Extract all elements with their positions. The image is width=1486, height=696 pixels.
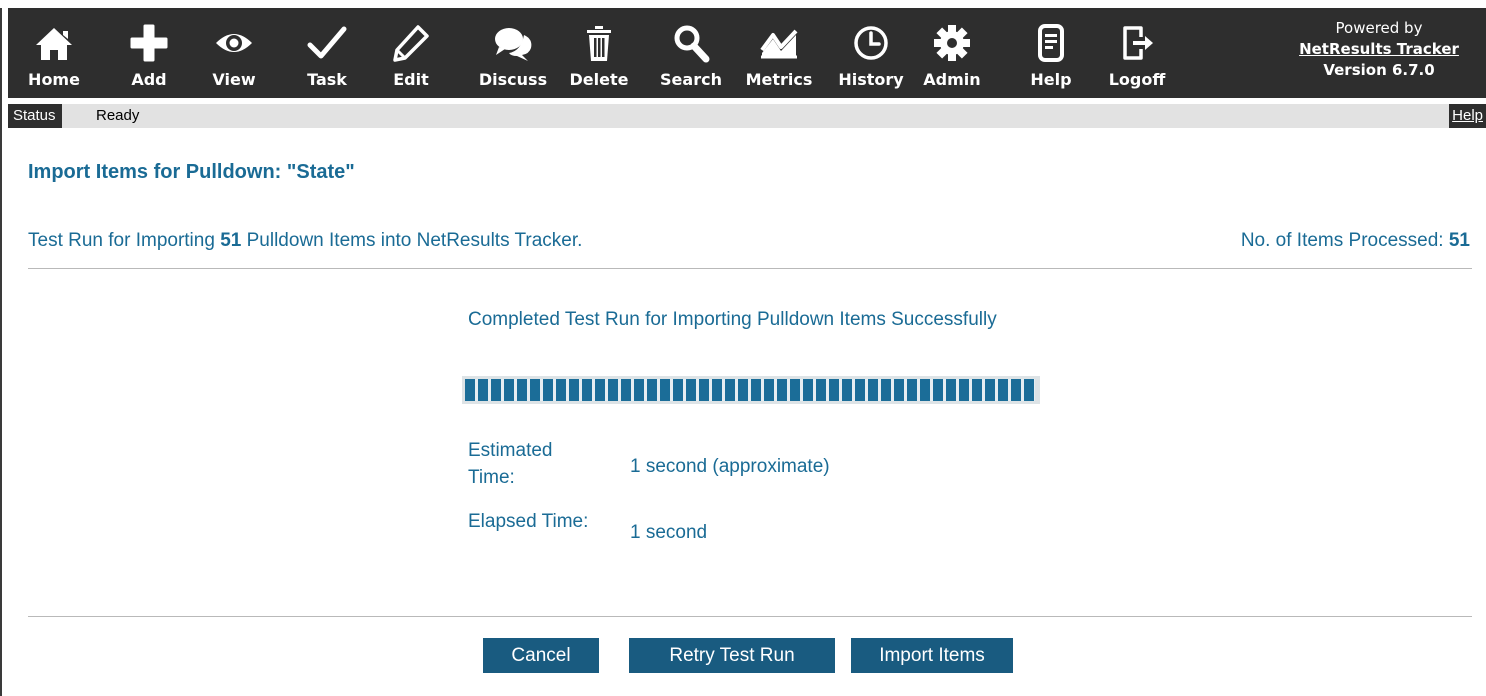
toolbar-label: Help	[1030, 70, 1072, 89]
toolbar-label: Search	[660, 70, 722, 89]
toolbar-label: Logoff	[1108, 70, 1166, 89]
toolbar-edit-button[interactable]: Edit	[388, 8, 434, 98]
retry-test-run-button[interactable]: Retry Test Run	[629, 638, 835, 673]
toolbar-task-button[interactable]: Task	[302, 8, 352, 98]
cancel-button[interactable]: Cancel	[483, 638, 599, 673]
progress-bar-fill	[465, 379, 1035, 401]
version-text: Version 6.7.0	[1323, 61, 1435, 79]
run-count: 51	[220, 230, 242, 251]
product-link[interactable]: NetResults Tracker	[1274, 39, 1484, 60]
toolbar-label: Delete	[569, 70, 629, 89]
toolbar-view-button[interactable]: View	[206, 8, 262, 98]
eye-icon	[206, 22, 262, 64]
logoff-icon	[1104, 22, 1170, 64]
powered-by-block: Powered by NetResults Tracker Version 6.…	[1274, 18, 1484, 81]
toolbar-label: View	[212, 70, 256, 89]
toolbar-metrics-button[interactable]: Metrics	[746, 8, 812, 98]
home-icon	[24, 22, 84, 64]
window-left-border	[0, 8, 2, 696]
elapsed-time-value: 1 second	[630, 522, 708, 543]
toolbar-label: History	[838, 70, 904, 89]
speech-bubbles-icon	[478, 22, 548, 64]
run-prefix-text: Test Run for Importing	[28, 230, 221, 251]
toolbar-home-button[interactable]: Home	[24, 8, 84, 98]
run-suffix-text: Pulldown Items into NetResults Tracker.	[241, 230, 583, 251]
pencil-icon	[388, 22, 434, 64]
toolbar-label: Home	[28, 70, 80, 89]
toolbar-search-button[interactable]: Search	[658, 8, 724, 98]
gear-icon	[922, 22, 982, 64]
toolbar-label: Discuss	[478, 70, 548, 89]
progress-bar	[462, 376, 1040, 404]
toolbar-help-button[interactable]: Help	[1026, 8, 1076, 98]
completion-message: Completed Test Run for Importing Pulldow…	[468, 309, 997, 330]
toolbar-label: Metrics	[745, 70, 813, 89]
document-icon	[1026, 22, 1076, 64]
elapsed-time-label: Elapsed Time:	[468, 511, 589, 532]
import-items-button[interactable]: Import Items	[851, 638, 1013, 673]
estimated-time-value: 1 second (approximate)	[630, 456, 830, 477]
trash-icon	[568, 22, 630, 64]
items-processed: No. of Items Processed: 51	[1241, 230, 1470, 252]
plus-icon	[124, 22, 174, 64]
main-toolbar: Home Add View Task Edit Discuss Delete S…	[8, 8, 1486, 98]
clock-icon	[838, 22, 904, 64]
checkmark-icon	[302, 22, 352, 64]
toolbar-label: Edit	[393, 70, 429, 89]
powered-by-text: Powered by	[1335, 19, 1423, 37]
toolbar-label: Admin	[923, 70, 981, 89]
toolbar-history-button[interactable]: History	[838, 8, 904, 98]
line-chart-icon	[746, 22, 812, 64]
divider-bottom	[28, 616, 1472, 617]
status-label: Status	[8, 104, 62, 128]
magnifier-icon	[658, 22, 724, 64]
toolbar-admin-button[interactable]: Admin	[922, 8, 982, 98]
toolbar-delete-button[interactable]: Delete	[568, 8, 630, 98]
divider-top	[28, 268, 1472, 269]
status-help-link[interactable]: Help	[1449, 104, 1486, 128]
processed-label: No. of Items Processed:	[1240, 230, 1449, 251]
toolbar-label: Task	[307, 70, 347, 89]
status-bar: Status Ready Help	[8, 104, 1486, 128]
status-value: Ready	[96, 107, 140, 124]
estimated-time-label: Estimated Time:	[468, 440, 553, 488]
toolbar-logoff-button[interactable]: Logoff	[1104, 8, 1170, 98]
page-title: Import Items for Pulldown: "State"	[28, 161, 355, 183]
toolbar-discuss-button[interactable]: Discuss	[478, 8, 548, 98]
toolbar-add-button[interactable]: Add	[124, 8, 174, 98]
toolbar-label: Add	[131, 70, 167, 89]
processed-count: 51	[1448, 230, 1470, 251]
test-run-summary: Test Run for Importing 51 Pulldown Items…	[28, 230, 582, 252]
